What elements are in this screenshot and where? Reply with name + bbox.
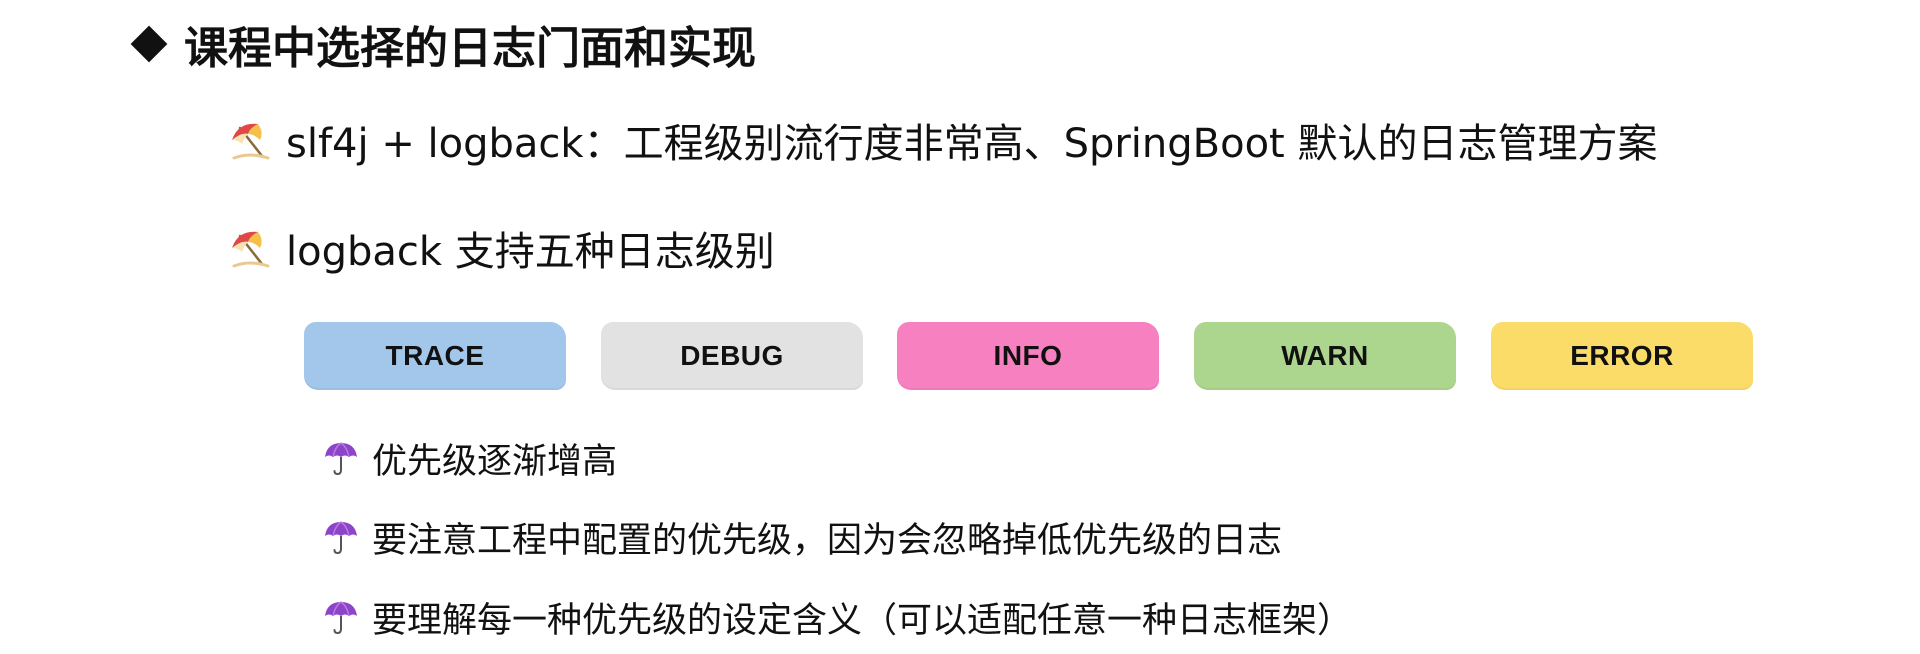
- bullet-text: slf4j + logback：工程级别流行度非常高、SpringBoot 默认…: [286, 121, 1658, 167]
- level-badge-debug: DEBUG: [601, 322, 863, 390]
- level-badge-warn: WARN: [1194, 322, 1456, 390]
- sub-bullet-meaning: 要理解每一种优先级的设定含义（可以适配任意一种日志框架）: [322, 590, 1352, 644]
- umbrella-icon: [325, 442, 357, 476]
- bullet-text: logback 支持五种日志级别: [286, 229, 775, 275]
- level-badge-error: ERROR: [1491, 322, 1753, 390]
- sub-bullet-config: 要注意工程中配置的优先级，因为会忽略掉低优先级的日志: [322, 510, 1282, 564]
- umbrella-icon: [325, 521, 357, 555]
- log-levels-row: TRACE DEBUG INFO WARN ERROR: [304, 322, 1754, 394]
- umbrella-icon: [325, 601, 357, 635]
- sub-bullet-text: 优先级逐渐增高: [372, 441, 618, 482]
- level-badge-trace: TRACE: [304, 322, 566, 390]
- bullet-slf4j-logback: slf4j + logback：工程级别流行度非常高、SpringBoot 默认…: [228, 110, 1657, 170]
- slide-title-text: 课程中选择的日志门面和实现: [184, 23, 756, 74]
- sub-bullet-text: 要注意工程中配置的优先级，因为会忽略掉低优先级的日志: [372, 520, 1283, 561]
- level-badge-info: INFO: [897, 322, 1159, 390]
- beach-umbrella-icon: [232, 231, 270, 268]
- beach-umbrella-icon: [232, 123, 270, 160]
- slide-title: 课程中选择的日志门面和实现: [128, 14, 756, 74]
- sub-bullet-text: 要理解每一种优先级的设定含义（可以适配任意一种日志框架）: [372, 600, 1353, 641]
- bullet-logback-levels: logback 支持五种日志级别: [228, 218, 775, 278]
- sub-bullet-priority: 优先级逐渐增高: [322, 431, 617, 485]
- diamond-bullet-icon: [130, 25, 168, 63]
